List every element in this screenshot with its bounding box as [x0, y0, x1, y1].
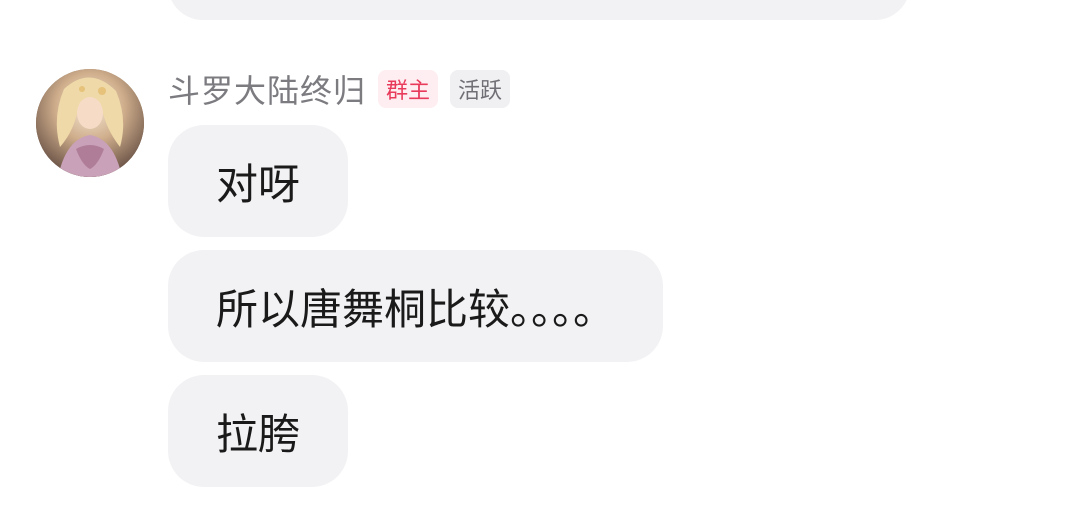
message-bubble[interactable]: 拉胯 [168, 375, 349, 487]
message-text: 所以唐舞桐比较。。。。 [216, 284, 616, 334]
owner-badge: 群主 [378, 70, 439, 108]
previous-message-bubble[interactable] [168, 0, 910, 20]
message-bubble[interactable]: 对呀 [168, 125, 349, 237]
message-text: 对呀 [216, 159, 301, 209]
message-text: 拉胯 [216, 409, 301, 459]
sender-avatar[interactable] [36, 69, 144, 177]
message-header: 斗罗大陆终归 群主 活跃 [168, 68, 522, 110]
active-badge: 活跃 [450, 70, 511, 108]
sender-name[interactable]: 斗罗大陆终归 [168, 66, 366, 112]
avatar-image-icon [36, 69, 144, 177]
message-bubble[interactable]: 所以唐舞桐比较。。。。 [168, 250, 664, 362]
